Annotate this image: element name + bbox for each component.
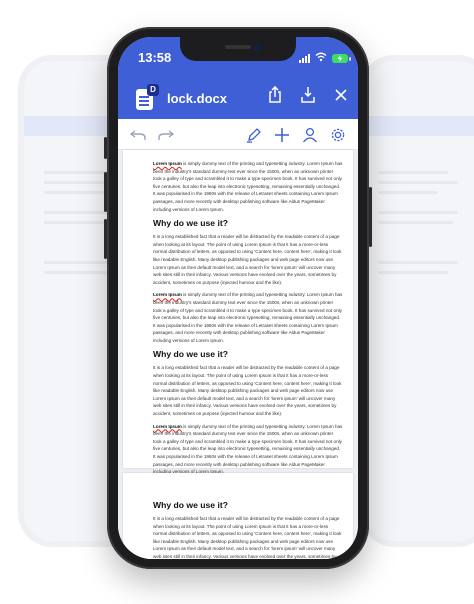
background-text-line: [378, 211, 458, 214]
undo-icon[interactable]: [128, 125, 148, 145]
download-icon[interactable]: [299, 85, 317, 105]
section-heading: Why do we use it?: [153, 218, 228, 229]
notch: [180, 37, 296, 61]
file-type-badge: D: [147, 84, 159, 96]
add-icon[interactable]: [272, 125, 292, 145]
volume-down-button: [104, 219, 107, 259]
document-viewport[interactable]: Lorem Ipsum is simply dummy text of the …: [118, 150, 358, 559]
paragraph: Lorem Ipsum is simply dummy text of the …: [153, 423, 343, 476]
document-page: Lorem Ipsum is simply dummy text of the …: [123, 150, 353, 474]
paragraph: It is a long established fact that a rea…: [153, 516, 342, 559]
paragraph: It is a long established fact that a rea…: [153, 365, 342, 417]
paragraph: Lorem Ipsum is simply dummy text of the …: [153, 160, 343, 213]
document-page: Why do we use it? It is a long establish…: [123, 473, 353, 559]
settings-icon[interactable]: [328, 125, 348, 145]
draw-icon[interactable]: [244, 125, 264, 145]
power-button: [369, 187, 372, 247]
document-title: lock.docx: [167, 91, 227, 106]
background-text-line: [378, 191, 438, 194]
status-time: 13:58: [138, 50, 172, 65]
paragraph-lead: Lorem Ipsum: [153, 292, 182, 298]
volume-up-button: [104, 172, 107, 212]
background-text-line: [378, 221, 453, 224]
user-icon[interactable]: [300, 125, 320, 145]
background-text-line: [378, 271, 448, 274]
paragraph-body: is simply dummy text of the printing and…: [153, 161, 343, 212]
background-text-line: [378, 181, 458, 184]
front-camera: [253, 44, 261, 52]
paragraph-lead: Lorem Ipsum: [153, 161, 182, 166]
battery-icon: [332, 53, 351, 63]
speaker: [225, 45, 251, 49]
header-actions: [266, 85, 350, 105]
signal-icon: [299, 53, 310, 63]
background-phone-bar: [366, 116, 474, 136]
close-icon[interactable]: [332, 85, 350, 105]
background-text-line: [378, 171, 448, 174]
background-phone-right: [360, 55, 474, 547]
status-icons: [299, 49, 351, 67]
background-text-line: [378, 261, 458, 264]
phone-frame: 13:58 D lock.docx Lorem Ipsum is simply …: [104, 27, 372, 569]
background-text-line: [44, 191, 104, 194]
page-content: Lorem Ipsum is simply dummy text of the …: [153, 160, 343, 481]
editor-toolbar: [118, 119, 358, 150]
section-heading: Why do we use it?: [153, 500, 228, 510]
mute-switch: [104, 137, 107, 159]
background-text-line: [44, 271, 114, 274]
wifi-icon: [315, 49, 327, 67]
paragraph-lead: Lorem Ipsum: [153, 423, 182, 429]
paragraph: It is a long established fact that a rea…: [153, 234, 342, 285]
paragraph: Lorem Ipsum is simply dummy text of the …: [153, 291, 343, 344]
paragraph-body: is simply dummy text of the printing and…: [153, 292, 343, 343]
redo-icon[interactable]: [156, 125, 176, 145]
phone-screen: 13:58 D lock.docx Lorem Ipsum is simply …: [118, 37, 358, 559]
paragraph-body: is simply dummy text of the printing and…: [153, 423, 343, 475]
section-heading: Why do we use it?: [153, 349, 228, 360]
page-content: Why do we use it? It is a long establish…: [153, 497, 343, 559]
share-icon[interactable]: [266, 85, 284, 105]
